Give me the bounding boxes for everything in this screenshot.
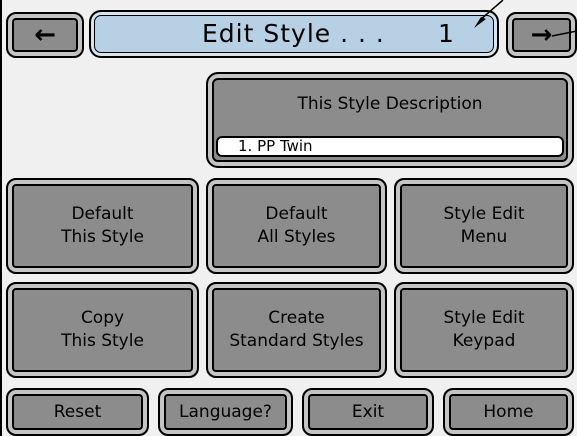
create-standard-styles-button[interactable]: Create Standard Styles <box>206 282 387 378</box>
default-all-styles-button[interactable]: Default All Styles <box>206 178 387 274</box>
reset-label: Reset <box>53 401 102 422</box>
home-button[interactable]: Home <box>443 388 574 436</box>
description-label: This Style Description <box>297 94 483 114</box>
language-label: Language? <box>179 401 272 422</box>
copy-this-style-label: Copy This Style <box>61 308 144 351</box>
create-standard-styles-label: Create Standard Styles <box>229 308 364 351</box>
default-all-styles-label: Default All Styles <box>257 204 336 247</box>
style-description-panel: This Style Description 1. PP Twin <box>206 72 574 168</box>
exit-button[interactable]: Exit <box>302 388 434 436</box>
style-edit-menu-button[interactable]: Style Edit Menu <box>394 178 574 274</box>
copy-this-style-button[interactable]: Copy This Style <box>6 282 199 378</box>
style-edit-menu-label: Style Edit Menu <box>443 204 525 247</box>
screen-frame-edge <box>0 0 2 436</box>
description-field[interactable]: 1. PP Twin <box>216 136 564 157</box>
default-this-style-label: Default This Style <box>61 204 144 247</box>
style-edit-keypad-label: Style Edit Keypad <box>443 308 525 351</box>
callout-line <box>474 0 577 37</box>
touch-screen: ← Edit Style . . . 1 → This Style Descri… <box>0 0 577 436</box>
style-edit-keypad-button[interactable]: Style Edit Keypad <box>394 282 574 378</box>
home-label: Home <box>483 401 534 422</box>
exit-label: Exit <box>351 401 385 422</box>
default-this-style-button[interactable]: Default This Style <box>6 178 199 274</box>
language-button[interactable]: Language? <box>158 388 293 436</box>
reset-button[interactable]: Reset <box>6 388 149 436</box>
